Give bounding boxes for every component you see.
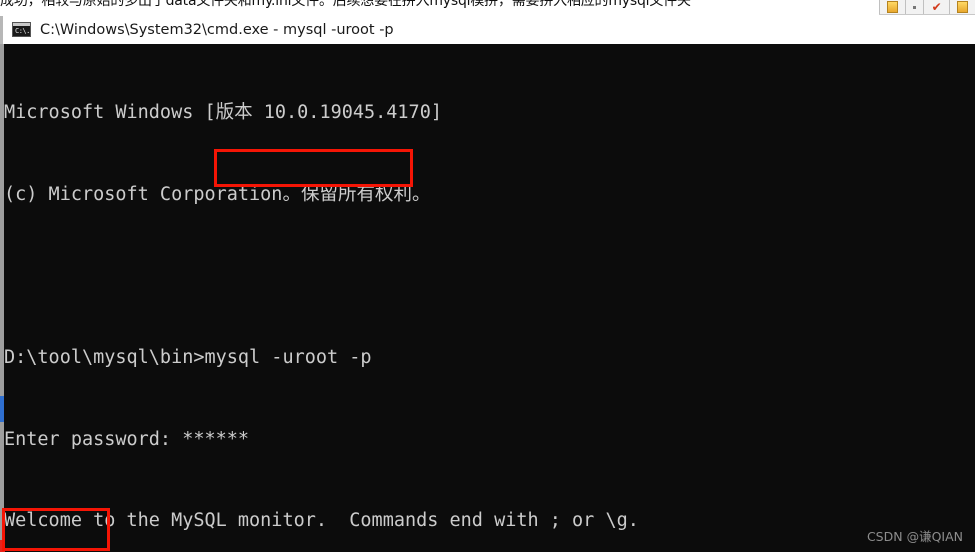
toolbar-cell-3[interactable]: ✔ — [923, 0, 948, 14]
background-document-toolbar: ✔ — [879, 0, 975, 15]
console-line-password: Enter password: ****** — [4, 428, 250, 450]
yellow-block-icon-2 — [956, 1, 968, 13]
toolbar-cell-4[interactable] — [948, 0, 975, 14]
dot-icon — [913, 5, 917, 9]
red-check-icon: ✔ — [931, 0, 942, 14]
toolbar-cell-1[interactable] — [879, 0, 905, 14]
toolbar-cell-2[interactable] — [905, 0, 923, 14]
left-border-blue-marker — [0, 396, 4, 422]
background-document-strip: 成功，相较与原始的多出了data文件夹和my.ini文件。后续想要在拼入mysq… — [0, 0, 975, 16]
background-document-text: 成功，相较与原始的多出了data文件夹和my.ini文件。后续想要在拼入mysq… — [0, 0, 691, 9]
console-line-command: D:\tool\mysql\bin>mysql -uroot -p — [4, 347, 372, 369]
console-line: Welcome to the MySQL monitor. Commands e… — [4, 510, 639, 532]
cmd-console-icon-glyph: C:\. — [15, 27, 30, 35]
screenshot-root: 成功，相较与原始的多出了data文件夹和my.ini文件。后续想要在拼入mysq… — [0, 0, 975, 552]
cmd-window: C:\. C:\Windows\System32\cmd.exe - mysql… — [0, 16, 975, 552]
yellow-block-icon — [887, 1, 899, 13]
console-line: (c) Microsoft Corporation。保留所有权利。 — [4, 184, 431, 205]
window-left-border — [0, 44, 4, 552]
console-text-block: Microsoft Windows [版本 10.0.19045.4170] (… — [4, 44, 975, 552]
console-output-area[interactable]: Microsoft Windows [版本 10.0.19045.4170] (… — [0, 44, 975, 552]
console-line: Microsoft Windows [版本 10.0.19045.4170] — [4, 102, 442, 124]
cmd-console-icon: C:\. — [12, 22, 31, 37]
window-title: C:\Windows\System32\cmd.exe - mysql -uro… — [40, 21, 394, 38]
csdn-watermark: CSDN @谦QIAN — [866, 529, 963, 544]
window-titlebar[interactable]: C:\. C:\Windows\System32\cmd.exe - mysql… — [0, 16, 975, 44]
window-left-edge — [0, 16, 3, 44]
left-border-red-marker — [0, 540, 5, 552]
